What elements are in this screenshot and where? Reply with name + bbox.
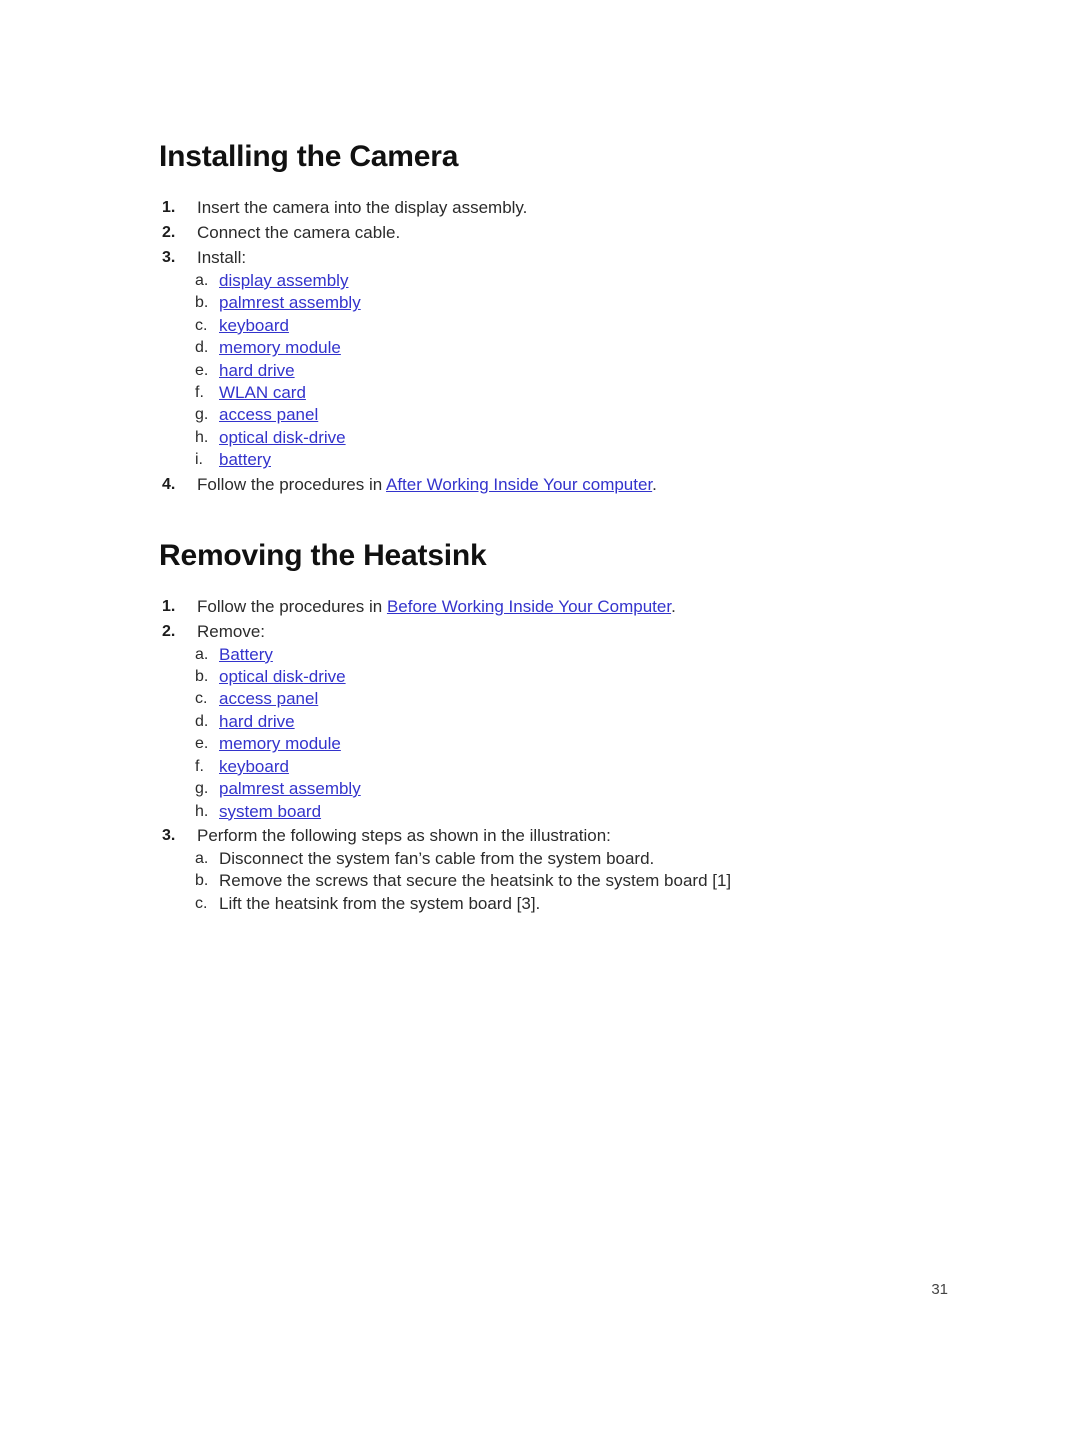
step-marker: 3. xyxy=(162,826,176,844)
substep-marker: c. xyxy=(195,316,208,334)
link-battery[interactable]: battery xyxy=(219,450,271,469)
procedure-step: 3. Perform the following steps as shown … xyxy=(159,823,959,915)
link-before-working-inside-your-computer[interactable]: Before Working Inside Your Computer xyxy=(387,597,671,616)
link-memory-module[interactable]: memory module xyxy=(219,734,341,753)
step-text: Remove: xyxy=(197,621,266,641)
procedure-list-removing-heatsink: 1. Follow the procedures in Before Worki… xyxy=(159,594,959,915)
list-item: h. system board xyxy=(195,801,959,823)
list-item: h. optical disk-drive xyxy=(195,427,959,449)
substep-text: Lift the heatsink from the system board … xyxy=(219,893,541,913)
step-text-suffix: . xyxy=(671,596,676,616)
list-item: c. access panel xyxy=(195,688,959,710)
step-text: Connect the camera cable. xyxy=(197,223,401,242)
link-palmrest-assembly[interactable]: palmrest assembly xyxy=(219,293,361,312)
substep-marker: e. xyxy=(195,361,209,379)
procedure-step: 2. Remove: a. Battery b. optical disk-dr… xyxy=(159,619,959,823)
link-optical-disk-drive[interactable]: optical disk-drive xyxy=(219,667,346,686)
list-item: a. display assembly xyxy=(195,270,959,292)
substep-marker: b. xyxy=(195,872,209,890)
link-keyboard[interactable]: keyboard xyxy=(219,316,289,335)
link-hard-drive[interactable]: hard drive xyxy=(219,361,295,380)
substep-marker: a. xyxy=(195,645,209,663)
substep-marker: i. xyxy=(195,451,203,469)
substep-marker: h. xyxy=(195,802,209,820)
procedure-step: 4. Follow the procedures in After Workin… xyxy=(159,472,959,497)
substep-marker: e. xyxy=(195,735,209,753)
link-wlan-card[interactable]: WLAN card xyxy=(219,383,306,402)
page-content: Installing the Camera 1. Insert the came… xyxy=(159,140,959,915)
list-item: g. access panel xyxy=(195,404,959,426)
link-palmrest-assembly[interactable]: palmrest assembly xyxy=(219,779,361,798)
substep-marker: d. xyxy=(195,339,209,357)
list-item: e. hard drive xyxy=(195,360,959,382)
substep-text: Disconnect the system fan’s cable from t… xyxy=(219,848,655,868)
page-number: 31 xyxy=(931,1281,948,1298)
list-item: a. Battery xyxy=(195,644,959,666)
step-marker: 2. xyxy=(162,622,176,640)
substep-marker: h. xyxy=(195,428,209,446)
list-item: f. WLAN card xyxy=(195,382,959,404)
substep-marker: g. xyxy=(195,780,209,798)
step-text: Perform the following steps as shown in … xyxy=(197,825,611,845)
remove-parts-list: a. Battery b. optical disk-drive c. acce… xyxy=(195,644,959,823)
link-display-assembly[interactable]: display assembly xyxy=(219,271,348,290)
step-marker: 4. xyxy=(162,475,176,493)
substep-marker: c. xyxy=(195,894,208,912)
list-item: f. keyboard xyxy=(195,756,959,778)
list-item: b. Remove the screws that secure the hea… xyxy=(195,870,959,892)
page-title-removing-the-heatsink: Removing the Heatsink xyxy=(159,538,487,572)
substep-marker: c. xyxy=(195,690,208,708)
substep-marker: f. xyxy=(195,757,204,775)
substep-marker: g. xyxy=(195,406,209,424)
link-optical-disk-drive[interactable]: optical disk-drive xyxy=(219,428,346,447)
link-memory-module[interactable]: memory module xyxy=(219,338,341,357)
step-text-prefix: Follow the procedures in xyxy=(197,474,386,494)
link-hard-drive[interactable]: hard drive xyxy=(219,712,295,731)
list-item: e. memory module xyxy=(195,733,959,755)
procedure-step: 2. Connect the camera cable. xyxy=(159,220,959,245)
step-marker: 3. xyxy=(162,249,176,266)
list-item: i. battery xyxy=(195,449,959,471)
list-item: d. memory module xyxy=(195,337,959,359)
heatsink-removal-steps: a. Disconnect the system fan’s cable fro… xyxy=(195,848,959,915)
procedure-list-installing-camera: 1. Insert the camera into the display as… xyxy=(159,195,959,497)
list-item: b. optical disk-drive xyxy=(195,666,959,688)
link-keyboard[interactable]: keyboard xyxy=(219,757,289,776)
substep-marker: d. xyxy=(195,712,209,730)
step-text: Install: xyxy=(197,248,247,267)
page-title-installing-the-camera: Installing the Camera xyxy=(159,140,459,173)
step-text-suffix: . xyxy=(652,474,657,494)
procedure-step: 1. Follow the procedures in Before Worki… xyxy=(159,594,959,619)
list-item: c. Lift the heatsink from the system boa… xyxy=(195,893,959,915)
step-marker: 2. xyxy=(162,224,176,241)
substep-marker: b. xyxy=(195,668,209,686)
substep-marker: a. xyxy=(195,272,209,289)
list-item: d. hard drive xyxy=(195,711,959,733)
step-text: Insert the camera into the display assem… xyxy=(197,198,528,217)
step-marker: 1. xyxy=(162,597,176,615)
link-access-panel[interactable]: access panel xyxy=(219,689,318,708)
substep-marker: b. xyxy=(195,294,209,312)
document-page: Installing the Camera 1. Insert the came… xyxy=(0,0,1080,1434)
list-item: c. keyboard xyxy=(195,315,959,337)
procedure-step: 3. Install: a. display assembly b. palmr… xyxy=(159,245,959,472)
list-item: g. palmrest assembly xyxy=(195,778,959,800)
substep-marker: a. xyxy=(195,849,209,867)
link-battery[interactable]: Battery xyxy=(219,645,273,664)
procedure-step: 1. Insert the camera into the display as… xyxy=(159,195,959,220)
link-after-working-inside-your-computer[interactable]: After Working Inside Your computer xyxy=(386,475,652,494)
list-item: a. Disconnect the system fan’s cable fro… xyxy=(195,848,959,870)
link-access-panel[interactable]: access panel xyxy=(219,405,318,424)
link-system-board[interactable]: system board xyxy=(219,802,321,821)
step-text-prefix: Follow the procedures in xyxy=(197,596,387,616)
substep-marker: f. xyxy=(195,384,204,402)
list-item: b. palmrest assembly xyxy=(195,292,959,314)
install-parts-list: a. display assembly b. palmrest assembly… xyxy=(195,270,959,472)
substep-text: Remove the screws that secure the heatsi… xyxy=(219,871,732,891)
step-marker: 1. xyxy=(162,199,176,216)
